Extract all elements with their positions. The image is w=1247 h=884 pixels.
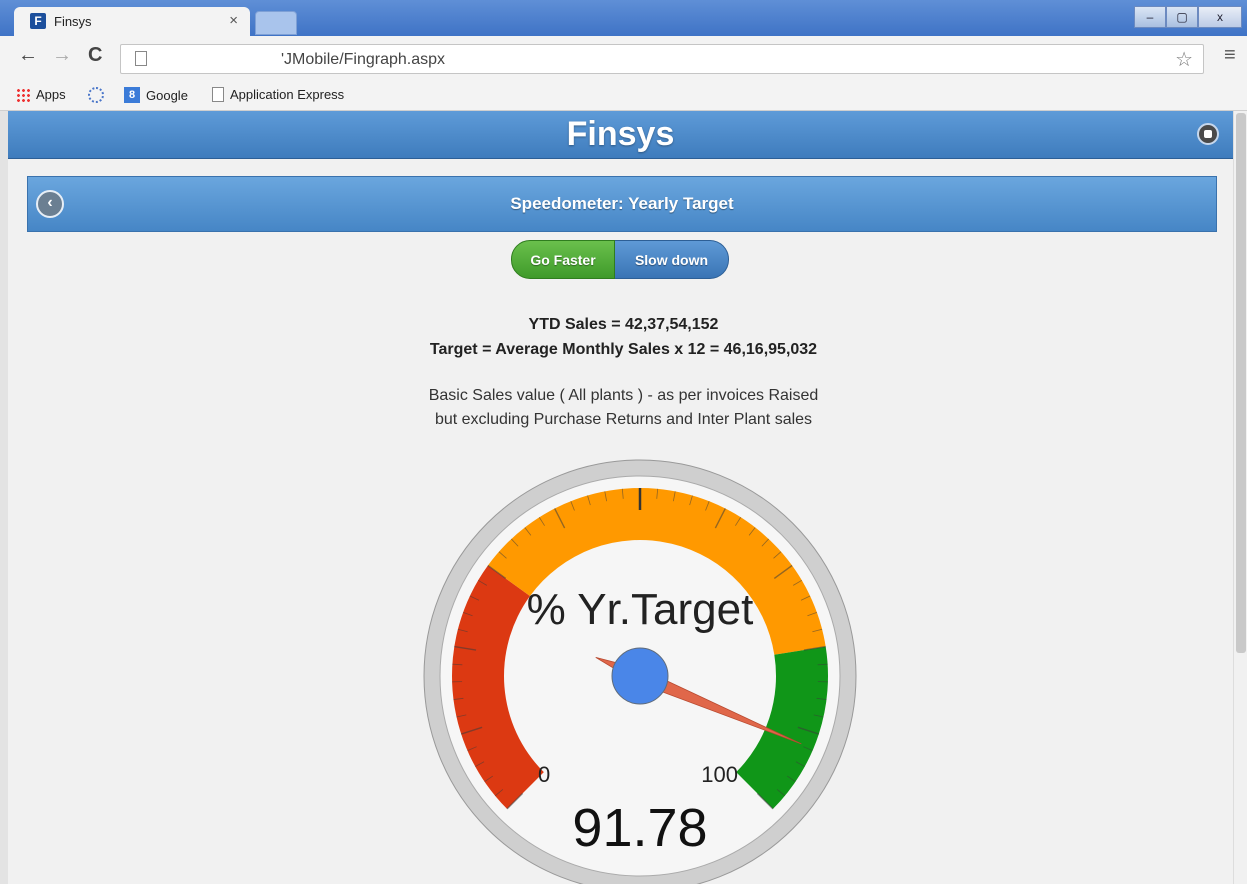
- bookmark-label: Google: [146, 87, 188, 103]
- speed-control-group: Go Faster Slow down: [511, 240, 729, 279]
- apps-grid-icon: [16, 87, 30, 102]
- gauge-max-label: 100: [701, 762, 738, 787]
- bookmark-unnamed[interactable]: [88, 87, 110, 103]
- tab-close-icon[interactable]: ×: [229, 12, 238, 29]
- stop-circle-icon[interactable]: [1197, 123, 1219, 145]
- slow-down-button[interactable]: Slow down: [615, 240, 729, 279]
- back-icon[interactable]: ←: [18, 44, 38, 67]
- reload-icon[interactable]: C: [88, 44, 102, 67]
- target-text: Target = Average Monthly Sales x 12 = 46…: [429, 341, 818, 358]
- bookmark-apps[interactable]: Apps: [16, 87, 66, 102]
- scrollbar-thumb[interactable]: [1236, 113, 1246, 653]
- forward-icon[interactable]: →: [52, 44, 72, 67]
- page-title: Speedometer: Yearly Target: [510, 194, 734, 213]
- window-minimize-button[interactable]: –: [1134, 6, 1166, 28]
- menu-icon[interactable]: ≡: [1224, 44, 1236, 67]
- browser-tab[interactable]: F Finsys ×: [14, 7, 250, 36]
- description-line-1: Basic Sales value ( All plants ) - as pe…: [428, 387, 819, 404]
- page-subheader: ‹ Speedometer: Yearly Target: [27, 176, 1217, 232]
- gauge-value: 91.78: [572, 798, 707, 858]
- ytd-sales-text: YTD Sales = 42,37,54,152: [528, 316, 719, 333]
- browser-titlebar: F Finsys × – ▢ x: [0, 0, 1247, 36]
- description-line-2: but excluding Purchase Returns and Inter…: [434, 411, 813, 428]
- page-viewport: Finsys ‹ Speedometer: Yearly Target Go F…: [0, 111, 1247, 884]
- app-header: Finsys: [8, 111, 1233, 159]
- bookmark-label: Application Express: [230, 87, 345, 102]
- page-left-edge: [0, 111, 8, 884]
- window-maximize-button[interactable]: ▢: [1166, 6, 1198, 28]
- new-tab-button[interactable]: [255, 11, 297, 35]
- tab-title: Finsys: [54, 14, 92, 29]
- page-icon: [135, 51, 147, 66]
- gauge-min-label: 0: [538, 762, 550, 787]
- gauge-hub: [611, 647, 669, 705]
- bookmarks-bar: Apps 8 Google Application Express: [0, 82, 1247, 111]
- app-title: Finsys: [566, 115, 675, 153]
- bookmark-google[interactable]: 8 Google: [124, 87, 188, 103]
- go-faster-button[interactable]: Go Faster: [511, 240, 615, 279]
- document-icon: [212, 87, 224, 102]
- browser-toolbar: ← → C 'JMobile/Fingraph.aspx ☆ ≡: [0, 36, 1247, 82]
- finsys-favicon-icon: F: [30, 13, 46, 29]
- url-text[interactable]: 'JMobile/Fingraph.aspx: [281, 51, 445, 69]
- google-icon: 8: [124, 87, 140, 103]
- bookmark-label: Apps: [36, 87, 66, 102]
- bookmark-star-icon[interactable]: ☆: [1175, 47, 1193, 72]
- loading-icon: [88, 87, 104, 103]
- gauge-label: % Yr.Target: [527, 585, 754, 634]
- address-bar[interactable]: 'JMobile/Fingraph.aspx ☆: [120, 44, 1204, 74]
- speedometer-gauge: % Yr.Target 0 100 91.78: [423, 459, 857, 884]
- bookmark-application-express[interactable]: Application Express: [212, 87, 344, 102]
- page-scrollbar[interactable]: [1233, 111, 1247, 884]
- window-close-button[interactable]: x: [1198, 6, 1242, 28]
